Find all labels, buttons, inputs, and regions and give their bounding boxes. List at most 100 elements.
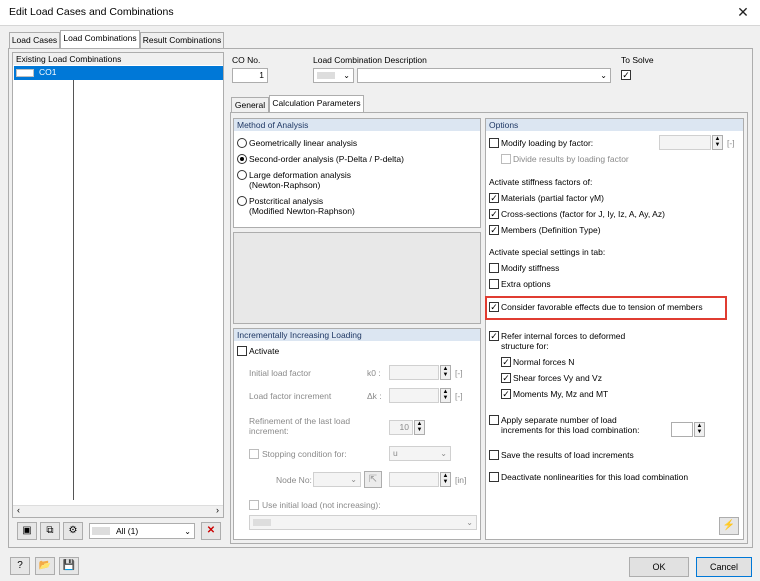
chevron-down-icon: ⌄ [600, 71, 607, 80]
spin-icon[interactable]: ▲ ▼ [712, 135, 723, 150]
copy-combination-icon[interactable]: ⧉ [40, 522, 60, 540]
radio-postcritical-sublabel: (Modified Newton-Raphson) [249, 206, 355, 216]
save-results-label: Save the results of load increments [501, 450, 634, 460]
new-combination-icon[interactable]: ▣ [17, 522, 37, 540]
moments-checkbox[interactable]: ✓ [501, 389, 511, 399]
cancel-button[interactable]: Cancel [696, 557, 752, 577]
method-header: Method of Analysis [234, 119, 480, 131]
refinement-input[interactable]: 10 [389, 420, 413, 435]
node-label: Node No: [276, 475, 312, 485]
stiffness-header: Activate stiffness factors of: [489, 177, 593, 187]
use-initial-select[interactable]: ⌄ [249, 515, 477, 530]
modify-stiffness-label: Modify stiffness [501, 263, 560, 273]
radio-postcritical[interactable] [237, 196, 247, 206]
details-icon[interactable]: ⚡ [719, 517, 739, 535]
cross-sections-checkbox[interactable]: ✓ [489, 209, 499, 219]
factor-increment-label: Load factor increment [249, 391, 332, 401]
factor-increment-unit: [-] [455, 391, 463, 401]
empty-panel [233, 232, 481, 324]
open-icon[interactable]: 📂 [35, 557, 55, 575]
activate-label: Activate [249, 346, 280, 356]
spin-icon[interactable]: ▲ ▼ [440, 472, 451, 487]
use-initial-checkbox[interactable] [249, 500, 259, 510]
node-value-input[interactable] [389, 472, 439, 487]
close-icon[interactable]: ✕ [734, 3, 752, 21]
deactivate-checkbox[interactable] [489, 472, 499, 482]
activate-checkbox[interactable] [237, 346, 247, 356]
save-results-checkbox[interactable] [489, 450, 499, 460]
divide-results-checkbox[interactable] [501, 154, 511, 164]
radio-postcritical-label: Postcritical analysis [249, 196, 324, 206]
normal-forces-checkbox[interactable]: ✓ [501, 357, 511, 367]
description-type-select[interactable]: ⌄ [313, 68, 354, 83]
tab-result-combinations[interactable]: Result Combinations [140, 32, 224, 48]
tab-load-cases[interactable]: Load Cases [9, 32, 60, 48]
refer-forces-checkbox[interactable]: ✓ [489, 331, 499, 341]
modify-stiffness-checkbox[interactable] [489, 263, 499, 273]
refer-forces-label: Refer internal forces to deformed [501, 331, 626, 341]
members-checkbox[interactable]: ✓ [489, 225, 499, 235]
scroll-left-icon[interactable]: ‹ [17, 505, 20, 515]
spin-icon[interactable]: ▲ ▼ [414, 420, 425, 435]
spin-icon[interactable]: ▲ ▼ [694, 422, 705, 437]
radio-second-order[interactable] [237, 154, 247, 164]
spin-icon[interactable]: ▲ ▼ [440, 388, 451, 403]
tab-load-combinations[interactable]: Load Combinations [60, 30, 140, 48]
special-header: Activate special settings in tab: [489, 247, 606, 257]
radio-linear[interactable] [237, 138, 247, 148]
stopping-checkbox[interactable] [249, 449, 259, 459]
apply-separate-checkbox[interactable] [489, 415, 499, 425]
modify-loading-input[interactable] [659, 135, 711, 150]
shear-forces-checkbox[interactable]: ✓ [501, 373, 511, 383]
to-solve-label: To Solve [621, 55, 654, 65]
modify-loading-unit: [-] [727, 138, 735, 148]
shear-forces-label: Shear forces Vy and Vz [513, 373, 602, 383]
radio-large-deformation[interactable] [237, 170, 247, 180]
co-no-input[interactable]: 1 [232, 68, 268, 83]
refinement-label: Refinement of the last load [249, 416, 351, 426]
tab-general[interactable]: General [231, 97, 269, 113]
description-input[interactable]: ⌄ [357, 68, 611, 83]
modify-loading-checkbox[interactable] [489, 138, 499, 148]
factor-increment-input[interactable] [389, 388, 439, 403]
scroll-right-icon[interactable]: › [216, 505, 219, 515]
to-solve-checkbox[interactable]: ✓ [621, 70, 631, 80]
window-title: Edit Load Cases and Combinations [9, 6, 174, 18]
apply-separate-input[interactable] [671, 422, 693, 437]
color-swatch [92, 527, 110, 535]
ok-button[interactable]: OK [629, 557, 689, 577]
list-item[interactable]: CO1 [14, 66, 223, 80]
initial-factor-input[interactable] [389, 365, 439, 380]
factor-increment-symbol: Δk : [367, 391, 382, 401]
stopping-select[interactable]: u ⌄ [389, 446, 451, 461]
favorable-effects-checkbox[interactable]: ✓ [489, 302, 499, 312]
save-icon[interactable]: 💾 [59, 557, 79, 575]
chevron-down-icon: ⌄ [466, 518, 473, 527]
existing-combinations-header: Existing Load Combinations [13, 53, 223, 65]
list-item-label: CO1 [39, 67, 57, 77]
stopping-value: u [393, 448, 398, 458]
extra-options-checkbox[interactable] [489, 279, 499, 289]
members-label: Members (Definition Type) [501, 225, 601, 235]
horizontal-scrollbar[interactable]: ‹ › [13, 505, 223, 517]
color-swatch [317, 72, 335, 79]
delete-icon[interactable]: ✕ [201, 522, 221, 540]
cross-sections-label: Cross-sections (factor for J, Iy, Iz, A,… [501, 209, 665, 219]
apply-separate-label-2: increments for this load combination: [501, 425, 640, 435]
filter-select[interactable]: All (1) ⌄ [89, 523, 195, 539]
generate-combination-icon[interactable]: ⚙ [63, 522, 83, 540]
deactivate-label: Deactivate nonlinearities for this load … [501, 472, 689, 482]
materials-checkbox[interactable]: ✓ [489, 193, 499, 203]
materials-label: Materials (partial factor γM) [501, 193, 604, 203]
spin-icon[interactable]: ▲ ▼ [440, 365, 451, 380]
node-select[interactable]: ⌄ [313, 472, 361, 487]
help-icon[interactable]: ? [10, 557, 30, 575]
refer-forces-label-2: structure for: [501, 341, 549, 351]
radio-large-deformation-sublabel: (Newton-Raphson) [249, 180, 321, 190]
chevron-down-icon: ⌄ [350, 475, 357, 484]
normal-forces-label: Normal forces N [513, 357, 575, 367]
radio-large-deformation-label: Large deformation analysis [249, 170, 352, 180]
radio-second-order-label: Second-order analysis (P-Delta / P-delta… [249, 154, 404, 164]
pick-node-icon[interactable]: ⇱ [364, 471, 382, 488]
tab-calculation-parameters[interactable]: Calculation Parameters [269, 95, 364, 113]
